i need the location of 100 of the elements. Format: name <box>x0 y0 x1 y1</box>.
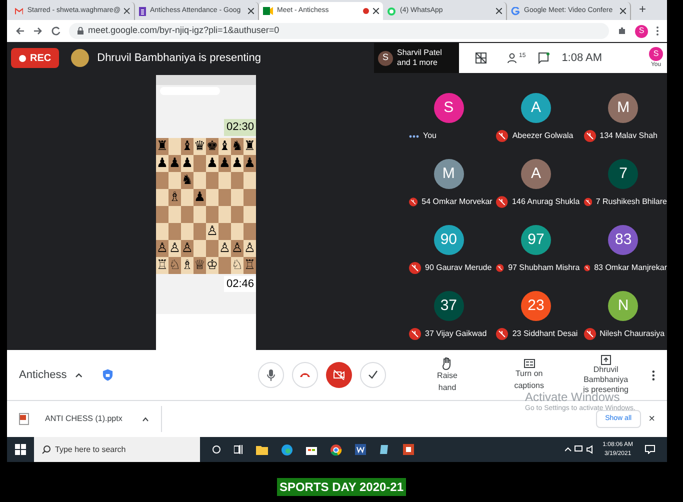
chess-piece: ♟ <box>168 154 181 172</box>
participant-name: 97 Shubham Mishra <box>508 262 580 274</box>
participant-name: Nilesh Chaurasiya <box>600 328 665 340</box>
presenter-avatar <box>71 49 90 67</box>
participant-name: 146 Anurag Shukla <box>512 196 580 208</box>
microphone-icon <box>266 369 275 381</box>
captions-icon <box>524 358 535 368</box>
reload-icon[interactable] <box>51 26 61 36</box>
chess-piece: ♟ <box>156 154 168 172</box>
chess-clock: 02:30 <box>224 119 256 136</box>
captions-button[interactable]: Turn on captions <box>500 358 558 392</box>
tray-icons[interactable] <box>564 445 595 454</box>
download-file[interactable]: ANTI CHESS (1).pptx <box>45 413 122 425</box>
cortana-icon[interactable] <box>212 445 221 454</box>
chess-piece: ♖ <box>156 256 168 274</box>
microphone-button[interactable] <box>258 362 284 388</box>
participant-avatar: A <box>520 93 551 123</box>
close-icon[interactable] <box>124 8 130 14</box>
chess-piece: ♘ <box>231 256 244 274</box>
chess-piece: ♟ <box>206 154 218 172</box>
others-text: Sharvil Patel <box>397 48 442 58</box>
hand-icon <box>442 356 452 370</box>
chess-piece: ♜ <box>244 138 256 154</box>
folder-icon[interactable] <box>256 444 268 454</box>
chess-piece: ♟ <box>181 154 194 172</box>
notification-icon[interactable] <box>645 445 655 454</box>
video-camera-icon <box>263 7 273 15</box>
participant-name: You <box>423 130 436 142</box>
record-dot-icon <box>19 54 26 62</box>
close-icon[interactable] <box>620 8 626 14</box>
participant-avatar: A <box>520 159 551 189</box>
others-text: and 1 more <box>397 58 438 68</box>
word-icon[interactable] <box>355 444 366 455</box>
caption-label: SPORTS DAY 2020-21 <box>277 478 406 496</box>
shield-icon[interactable] <box>102 368 114 382</box>
participant-avatar: 97 <box>520 225 551 255</box>
lock-icon <box>77 27 84 35</box>
caret-icon[interactable] <box>142 416 150 422</box>
layout-icon[interactable] <box>475 52 487 64</box>
google-g-icon <box>511 6 520 16</box>
windows-logo-icon[interactable] <box>15 444 26 455</box>
participant-avatar: M <box>608 93 638 123</box>
more-icon[interactable] <box>652 370 655 380</box>
chess-piece: ♟ <box>244 154 256 172</box>
address-bar[interactable]: meet.google.com/byr-njiq-igz?pli=1&authuser=0 <box>69 23 609 39</box>
task-view-icon[interactable] <box>234 445 243 454</box>
notepad-icon[interactable] <box>379 444 390 455</box>
meeting-name: Antichess <box>19 368 67 383</box>
powerpoint-icon[interactable] <box>403 444 414 455</box>
chess-clock: 02:46 <box>224 276 256 292</box>
caret-icon[interactable] <box>74 372 82 378</box>
raise-hand-button[interactable]: Raise hand <box>428 356 467 394</box>
puzzle-icon[interactable] <box>617 26 627 36</box>
chess-piece: ♝ <box>181 138 194 154</box>
chess-piece: ♟ <box>194 188 206 206</box>
chess-piece: ♙ <box>168 240 181 256</box>
camera-off-button[interactable] <box>326 362 352 388</box>
participant-avatar: M <box>434 159 464 189</box>
participant-avatar: S <box>434 93 464 123</box>
participant-name: 83 Omkar Manjrekar <box>594 262 667 274</box>
chess-piece: ♚ <box>206 138 218 154</box>
chess-piece: ♕ <box>194 256 206 274</box>
chess-piece: ♞ <box>231 138 244 154</box>
new-tab-button[interactable]: + <box>639 0 646 18</box>
recording-badge: REC <box>11 48 60 68</box>
close-button[interactable]: × <box>648 410 655 428</box>
chat-icon[interactable] <box>538 52 550 64</box>
people-icon[interactable] <box>507 52 519 64</box>
chess-piece: ♟ <box>218 154 231 172</box>
chess-piece: ♛ <box>194 138 206 154</box>
profile-avatar[interactable]: S <box>635 24 648 38</box>
chess-piece: ♜ <box>156 138 168 154</box>
participant-avatar: 90 <box>434 225 464 255</box>
presenting-text: Dhruvil Bambhaniya is presenting <box>97 50 261 66</box>
chess-piece: ♝ <box>218 138 231 154</box>
participant-name: Abeezer Golwala <box>512 130 574 142</box>
more-icon[interactable] <box>656 26 659 36</box>
chess-piece: ♟ <box>231 154 244 172</box>
participant-name: 90 Gaurav Merude <box>425 262 492 274</box>
forward-icon[interactable] <box>33 26 43 36</box>
participant-avatar: N <box>608 291 638 321</box>
close-icon[interactable] <box>373 8 379 14</box>
participant-avatar: 7 <box>608 159 638 189</box>
chrome-icon[interactable] <box>330 444 342 456</box>
edge-icon[interactable] <box>281 444 293 456</box>
taskbar-search-field[interactable]: Type here to search <box>34 437 200 462</box>
back-icon[interactable] <box>15 26 25 36</box>
close-icon[interactable] <box>248 8 254 14</box>
search-placeholder: Type here to search <box>55 444 126 456</box>
present-button[interactable] <box>360 362 386 388</box>
mail-icon <box>15 8 24 14</box>
close-icon[interactable] <box>496 8 502 14</box>
form-icon <box>139 6 146 16</box>
powerpoint-file-icon <box>19 413 29 425</box>
chess-piece: ♘ <box>168 256 181 274</box>
hang-up-button[interactable] <box>292 362 318 388</box>
present-icon <box>600 355 611 365</box>
store-icon[interactable] <box>306 444 317 455</box>
camera-off-icon <box>332 370 345 380</box>
avatar: S <box>378 50 393 66</box>
